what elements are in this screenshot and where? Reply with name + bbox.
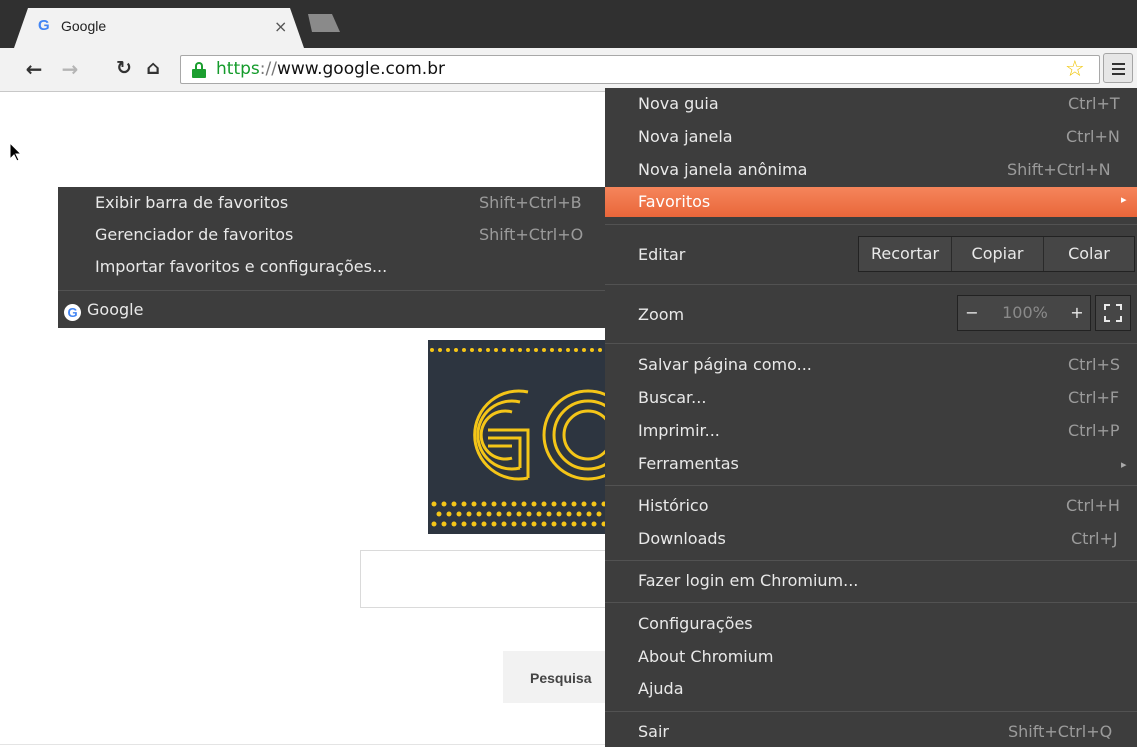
zoom-in-button[interactable]: + [1064,296,1090,330]
tools-item[interactable]: Ferramentas [638,454,739,473]
new-incognito-window-item[interactable]: Nova janela anônima [638,160,807,179]
page-divider [0,744,620,745]
import-bookmarks-item[interactable]: Importar favoritos e configurações... [95,257,387,276]
zoom-out-button[interactable]: − [958,296,986,330]
menu-shortcut: Ctrl+S [1068,355,1121,374]
menu-separator [605,602,1137,603]
menu-item-label: Configurações [638,614,753,633]
toolbar: ← → ↻ ⌂ https://www.google.com.br ☆ [0,48,1137,92]
menu-separator [605,485,1137,486]
menu-item-label: Downloads [638,529,726,548]
menu-item-label: Sair [638,722,669,741]
google-favicon-icon: G [64,304,81,321]
home-icon[interactable]: ⌂ [141,57,165,81]
find-item[interactable]: Buscar... [638,388,706,407]
menu-item-label: Salvar página como... [638,355,812,374]
url-separator: :// [259,59,277,79]
menu-separator [605,284,1137,285]
menu-item-label: Nova guia [638,94,719,113]
address-bar[interactable]: https://www.google.com.br [180,55,1100,84]
tab-title: Google [61,18,107,34]
menu-item-label: Gerenciador de favoritos [95,225,294,244]
cut-button[interactable]: Recortar [859,237,951,271]
menu-separator [605,711,1137,712]
url-scheme: https [216,59,260,79]
chrome-menu-button[interactable] [1103,53,1133,83]
forward-icon[interactable]: → [58,57,82,81]
menu-shortcut: Shift+Ctrl+N [1007,160,1111,179]
submenu-arrow-icon: ▸ [1121,193,1127,206]
reload-icon[interactable]: ↻ [112,57,136,81]
menu-separator [605,560,1137,561]
menu-item-label: Imprimir... [638,421,720,440]
menu-item-label: Nova janela anônima [638,160,808,179]
exit-item[interactable]: Sair [638,722,669,741]
print-item[interactable]: Imprimir... [638,421,720,440]
menu-shortcut: Shift+Ctrl+O [479,225,584,244]
zoom-level: 100% [1002,303,1048,322]
zoom-control-group: − 100% + [957,295,1091,331]
menu-item-label: Histórico [638,496,709,515]
menu-item-label: Ajuda [638,679,684,698]
menu-shortcut: Ctrl+T [1068,94,1120,113]
lock-icon [192,62,206,78]
menu-shortcut: Ctrl+F [1068,388,1120,407]
menu-separator [605,224,1137,225]
history-item[interactable]: Histórico [638,496,708,515]
tab-google[interactable]: G Google × [14,8,304,48]
settings-item[interactable]: Configurações [638,614,753,633]
hamburger-icon [1112,63,1125,65]
new-tab-item[interactable]: Nova guia [638,94,719,113]
edit-label: Editar [638,245,686,264]
url-host: www.google.com.br [276,59,445,79]
menu-shortcut: Shift+Ctrl+Q [1008,722,1113,741]
bookmarks-submenu: Exibir barra de favoritos Shift+Ctrl+B G… [58,187,605,328]
help-item[interactable]: Ajuda [638,679,684,698]
menu-item-label: About Chromium [638,647,774,666]
edit-button-group: Recortar Copiar Colar [858,236,1135,272]
menu-item-label: Nova janela [638,127,733,146]
menu-shortcut: Shift+Ctrl+B [479,193,582,212]
menu-shortcut: Ctrl+J [1071,529,1118,548]
bookmark-star-icon[interactable]: ☆ [1065,58,1087,82]
url-text: https://www.google.com.br [216,59,445,79]
menu-item-label: Fazer login em Chromium... [638,571,859,590]
save-page-as-item[interactable]: Salvar página como... [638,355,812,374]
fullscreen-button[interactable] [1095,295,1131,331]
show-bookmarks-bar-item[interactable]: Exibir barra de favoritos [95,193,288,212]
menu-item-label: Exibir barra de favoritos [95,193,289,212]
chrome-main-menu: Nova guia Ctrl+T Nova janela Ctrl+N Nova… [605,88,1137,747]
menu-separator [58,290,605,291]
menu-item-label: Favoritos [638,192,711,211]
bookmarks-menu-item[interactable]: Favoritos ▸ [605,187,1137,217]
menu-item-label: Ferramentas [638,454,739,473]
menu-item-label: Google [87,300,144,319]
menu-item-label: Importar favoritos e configurações... [95,257,388,276]
tab-close-button[interactable]: × [274,17,287,36]
zoom-label: Zoom [638,305,685,324]
bookmark-manager-item[interactable]: Gerenciador de favoritos [95,225,293,244]
downloads-item[interactable]: Downloads [638,529,726,548]
submenu-arrow-icon: ▸ [1121,458,1127,471]
bookmark-google-item[interactable]: G Google [64,300,143,321]
tab-strip: G Google × [0,0,1137,48]
menu-item-label: Buscar... [638,388,707,407]
sign-in-item[interactable]: Fazer login em Chromium... [638,571,858,590]
menu-separator [605,343,1137,344]
paste-button[interactable]: Colar [1043,237,1134,271]
new-window-item[interactable]: Nova janela [638,127,733,146]
copy-button[interactable]: Copiar [951,237,1043,271]
menu-shortcut: Ctrl+H [1066,496,1120,515]
search-input[interactable] [360,550,620,608]
new-tab-button[interactable] [308,14,340,32]
about-chromium-item[interactable]: About Chromium [638,647,773,666]
menu-shortcut: Ctrl+N [1066,127,1120,146]
menu-shortcut: Ctrl+P [1068,421,1120,440]
google-doodle[interactable] [428,340,618,534]
fullscreen-icon [1104,304,1122,322]
google-favicon-icon: G [38,17,50,34]
back-icon[interactable]: ← [22,57,46,81]
